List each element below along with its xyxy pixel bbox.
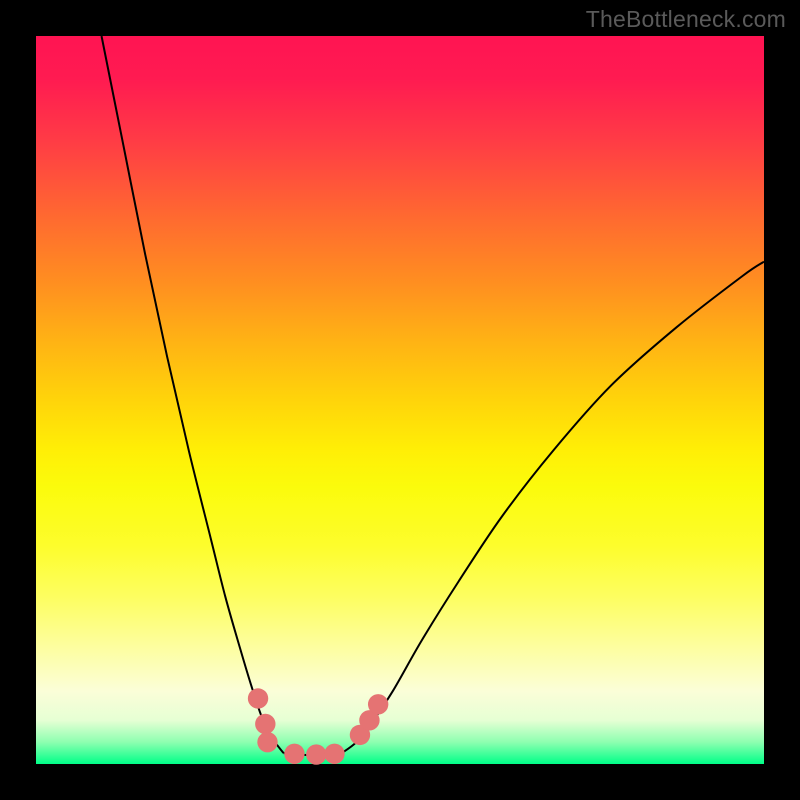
chart-marker — [368, 694, 388, 714]
curve-right-branch — [342, 262, 764, 753]
curve-left-branch — [102, 36, 284, 753]
chart-marker — [257, 732, 277, 752]
chart-markers — [248, 688, 389, 764]
chart-svg — [36, 36, 764, 764]
watermark-text: TheBottleneck.com — [586, 6, 786, 33]
chart-plot-area — [36, 36, 764, 764]
chart-marker — [255, 714, 275, 734]
chart-marker — [324, 744, 344, 764]
chart-marker — [248, 688, 268, 708]
chart-marker — [306, 744, 326, 764]
chart-marker — [284, 744, 304, 764]
